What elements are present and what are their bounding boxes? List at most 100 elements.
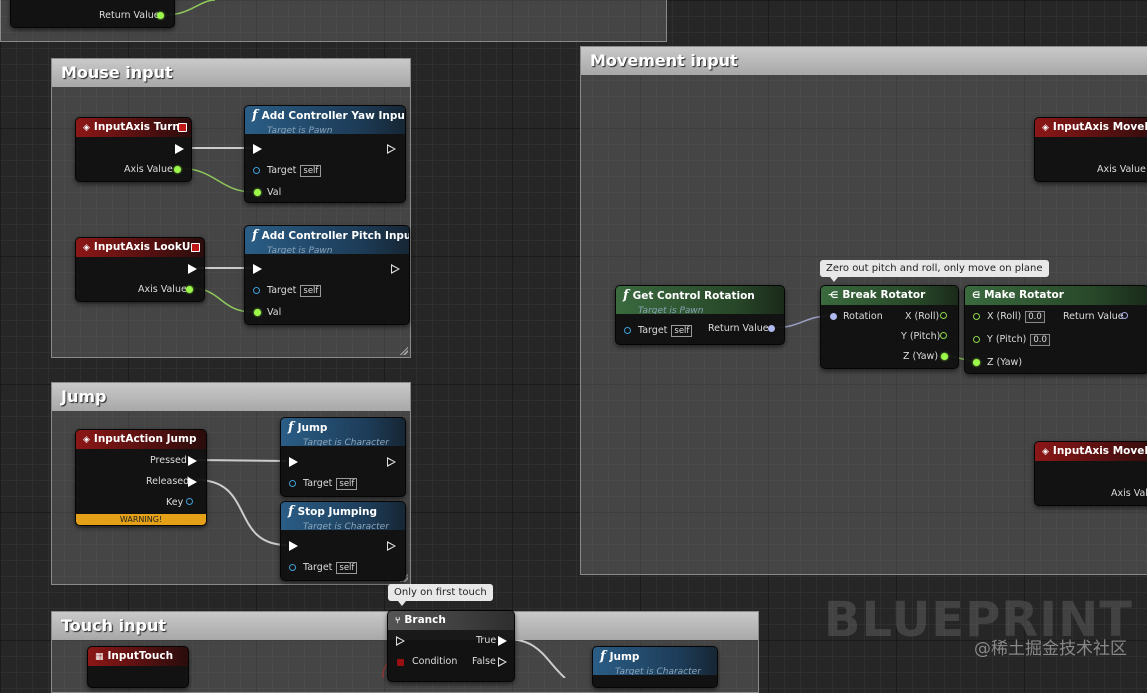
target-text: Target xyxy=(638,325,668,336)
function-icon: f xyxy=(600,649,606,664)
input-action-jump-node[interactable]: ◈ InputAction Jump Pressed Released Key W… xyxy=(75,429,207,526)
target-pin[interactable] xyxy=(253,287,260,294)
node-subtitle: Target is Pawn xyxy=(638,306,704,314)
resize-handle[interactable] xyxy=(400,347,408,355)
target-text: Target xyxy=(267,285,297,296)
y-pitch-pin[interactable] xyxy=(940,332,947,339)
condition-pin[interactable] xyxy=(397,659,404,666)
input-axis-turn-node[interactable]: ◈ InputAxis Turn Axis Value xyxy=(75,117,192,182)
x-roll-pin[interactable] xyxy=(940,312,947,319)
exec-out-pin[interactable] xyxy=(387,541,396,551)
target-default[interactable]: self xyxy=(300,285,322,297)
add-controller-pitch-input-node[interactable]: f Add Controller Pitch Input Target is Paw… xyxy=(244,225,410,325)
x-text: X (Roll) xyxy=(987,311,1022,322)
node-title: Get Control Rotation xyxy=(632,290,755,302)
node-title: Branch xyxy=(404,614,446,626)
exec-in-pin[interactable] xyxy=(289,541,298,551)
x-roll-pin[interactable] xyxy=(973,313,980,320)
key-pin[interactable] xyxy=(186,498,193,505)
make-rotator-node[interactable]: ⋳ Make Rotator X (Roll) 0.0 Return Value Y… xyxy=(964,285,1147,374)
axis-value-label: Axis Value xyxy=(1097,164,1146,175)
axis-value-pin[interactable] xyxy=(186,286,193,293)
return-value-label: Return Value xyxy=(708,323,769,334)
target-pin[interactable] xyxy=(253,167,260,174)
node-subtitle: Target is Character xyxy=(615,667,701,675)
axis-value-pin[interactable] xyxy=(174,166,181,173)
pressed-label: Pressed xyxy=(150,455,187,466)
node-title: Stop Jumping xyxy=(297,506,377,518)
event-icon: ◈ xyxy=(1042,123,1049,133)
top-function-node[interactable]: Return Value xyxy=(10,0,175,28)
released-pin[interactable] xyxy=(188,477,197,487)
target-label: Target self xyxy=(267,285,322,297)
val-pin[interactable] xyxy=(254,189,261,196)
key-label: Key xyxy=(166,497,184,508)
axis-value-label: Axis Value xyxy=(1111,488,1147,499)
event-icon: ◈ xyxy=(83,435,90,445)
y-pitch-pin[interactable] xyxy=(973,336,980,343)
node-subtitle: Target is Pawn xyxy=(267,246,333,254)
event-marker-icon xyxy=(191,243,200,252)
jump-function-node[interactable]: f Jump Target is Character Target self xyxy=(280,417,406,497)
y-pitch-label: Y (Pitch) xyxy=(901,331,941,342)
target-default[interactable]: self xyxy=(671,325,693,337)
rotation-pin[interactable] xyxy=(830,313,837,320)
z-yaw-pin[interactable] xyxy=(973,359,980,366)
node-title: InputAction Jump xyxy=(93,433,197,445)
function-icon: f xyxy=(252,108,258,123)
z-yaw-pin[interactable] xyxy=(941,353,948,360)
input-axis-moveforward-node[interactable]: ◈InputAxis MoveForward Axis Value xyxy=(1034,117,1147,182)
node-title: InputAxis LookUp xyxy=(93,241,198,253)
get-control-rotation-node[interactable]: f Get Control Rotation Target is Pawn Targ… xyxy=(615,285,785,345)
target-label: Target self xyxy=(303,478,358,490)
axis-value-label: Axis Value xyxy=(124,164,173,175)
target-text: Target xyxy=(267,165,297,176)
node-title: Make Rotator xyxy=(984,289,1064,301)
add-controller-yaw-input-node[interactable]: f Add Controller Yaw Input Target is Pawn … xyxy=(244,105,406,203)
touch-jump-node[interactable]: f Jump Target is Character xyxy=(592,646,718,688)
target-pin[interactable] xyxy=(624,327,631,334)
target-default[interactable]: self xyxy=(336,562,358,574)
pressed-pin[interactable] xyxy=(188,456,197,466)
target-pin[interactable] xyxy=(289,564,296,571)
target-default[interactable]: self xyxy=(300,165,322,177)
target-pin[interactable] xyxy=(289,480,296,487)
node-title: InputAxis MoveForward xyxy=(1052,121,1147,133)
touch-icon: ▦ xyxy=(95,652,104,662)
val-pin[interactable] xyxy=(254,309,261,316)
branch-icon: ⑂ xyxy=(395,616,401,626)
z-yaw-label: Z (Yaw) xyxy=(903,351,939,362)
break-rotator-comment-bubble[interactable]: Zero out pitch and roll, only move on pl… xyxy=(820,260,1049,282)
stop-jumping-node[interactable]: f Stop Jumping Target is Character Target s… xyxy=(280,501,406,581)
false-pin[interactable] xyxy=(498,657,507,667)
y-pitch-input[interactable]: 0.0 xyxy=(1030,334,1050,346)
exec-out-pin[interactable] xyxy=(387,457,396,467)
target-label: Target self xyxy=(303,562,358,574)
exec-out-pin[interactable] xyxy=(387,144,396,154)
node-title: Break Rotator xyxy=(842,289,926,301)
break-rotator-node[interactable]: ⋲ Break Rotator Rotation X (Roll) Y (Pitc… xyxy=(820,285,959,369)
exec-in-pin[interactable] xyxy=(396,636,405,646)
x-roll-input[interactable]: 0.0 xyxy=(1025,311,1045,323)
y-pitch-label: Y (Pitch) 0.0 xyxy=(987,334,1050,346)
branch-node[interactable]: ⑂ Branch True Condition False xyxy=(387,610,515,682)
return-value-pin[interactable] xyxy=(157,12,164,19)
exec-in-pin[interactable] xyxy=(253,144,262,154)
event-icon: ◈ xyxy=(83,243,90,253)
input-axis-moveright-node[interactable]: ◈InputAxis MoveRight Axis Value xyxy=(1034,441,1147,506)
return-value-pin[interactable] xyxy=(768,325,775,332)
exec-out-pin[interactable] xyxy=(391,264,400,274)
false-label: False xyxy=(472,656,496,667)
branch-comment-bubble[interactable]: Only on first touch xyxy=(388,584,493,606)
input-touch-node[interactable]: ▦ InputTouch xyxy=(87,646,189,688)
true-pin[interactable] xyxy=(498,636,507,646)
target-default[interactable]: self xyxy=(336,478,358,490)
return-value-pin[interactable] xyxy=(1121,312,1128,319)
exec-out-pin[interactable] xyxy=(175,144,184,154)
exec-out-pin[interactable] xyxy=(188,264,197,274)
node-title: InputTouch xyxy=(107,650,174,662)
exec-in-pin[interactable] xyxy=(289,457,298,467)
node-title: InputAxis MoveRight xyxy=(1052,445,1147,457)
exec-in-pin[interactable] xyxy=(253,264,262,274)
input-axis-lookup-node[interactable]: ◈ InputAxis LookUp Axis Value xyxy=(75,237,205,302)
